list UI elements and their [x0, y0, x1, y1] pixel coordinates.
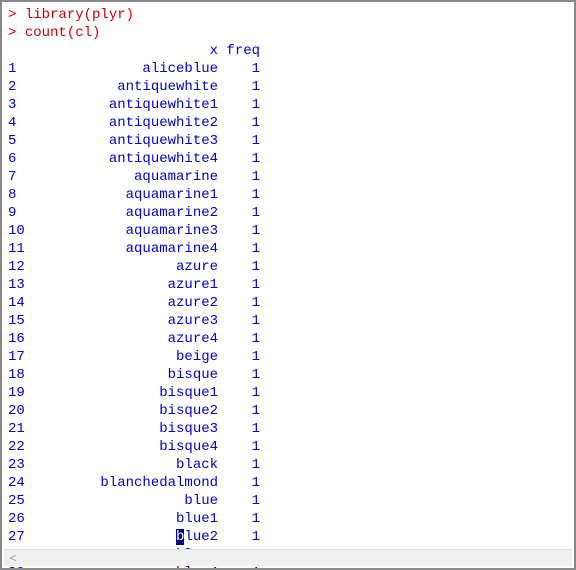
table-row: 22 bisque4 1: [8, 438, 568, 456]
table-row: 3 antiquewhite1 1: [8, 96, 568, 114]
table-row: 20 bisque2 1: [8, 402, 568, 420]
table-row: 2 antiquewhite 1: [8, 78, 568, 96]
table-row: 15 azure3 1: [8, 312, 568, 330]
text-selection: b: [176, 529, 184, 545]
table-row: 27 blue2 1: [8, 528, 568, 546]
table-row: 26 blue1 1: [8, 510, 568, 528]
table-row: 19 bisque1 1: [8, 384, 568, 402]
command-text: count(cl): [25, 25, 101, 41]
table-row: 9 aquamarine2 1: [8, 204, 568, 222]
console-window: > library(plyr) > count(cl) x freq 1 ali…: [0, 0, 576, 570]
table-row: 1 aliceblue 1: [8, 60, 568, 78]
table-row: 14 azure2 1: [8, 294, 568, 312]
table-row: 13 azure1 1: [8, 276, 568, 294]
table-row: 21 bisque3 1: [8, 420, 568, 438]
prompt: >: [8, 25, 25, 41]
table-row: 6 antiquewhite4 1: [8, 150, 568, 168]
horizontal-scrollbar[interactable]: <: [4, 549, 572, 566]
table-row: 11 aquamarine4 1: [8, 240, 568, 258]
table-row: 7 aquamarine 1: [8, 168, 568, 186]
table-row: 10 aquamarine3 1: [8, 222, 568, 240]
table-header: x freq: [8, 42, 568, 60]
command-line: > library(plyr): [8, 6, 568, 24]
prompt: >: [8, 7, 25, 23]
table-body: 1 aliceblue 12 antiquewhite 13 antiquewh…: [8, 60, 568, 570]
table-row: 18 bisque 1: [8, 366, 568, 384]
table-row: 5 antiquewhite3 1: [8, 132, 568, 150]
chevron-left-icon: <: [9, 549, 16, 567]
command-line: > count(cl): [8, 24, 568, 42]
table-row: 16 azure4 1: [8, 330, 568, 348]
scroll-track[interactable]: [22, 550, 572, 566]
table-row: 23 black 1: [8, 456, 568, 474]
scroll-left-button[interactable]: <: [4, 550, 22, 566]
command-text: library(plyr): [25, 7, 134, 23]
table-row: 24 blanchedalmond 1: [8, 474, 568, 492]
table-row: 4 antiquewhite2 1: [8, 114, 568, 132]
table-row: 25 blue 1: [8, 492, 568, 510]
table-row: 17 beige 1: [8, 348, 568, 366]
console-output[interactable]: > library(plyr) > count(cl) x freq 1 ali…: [2, 2, 574, 570]
table-row: 12 azure 1: [8, 258, 568, 276]
table-row: 8 aquamarine1 1: [8, 186, 568, 204]
